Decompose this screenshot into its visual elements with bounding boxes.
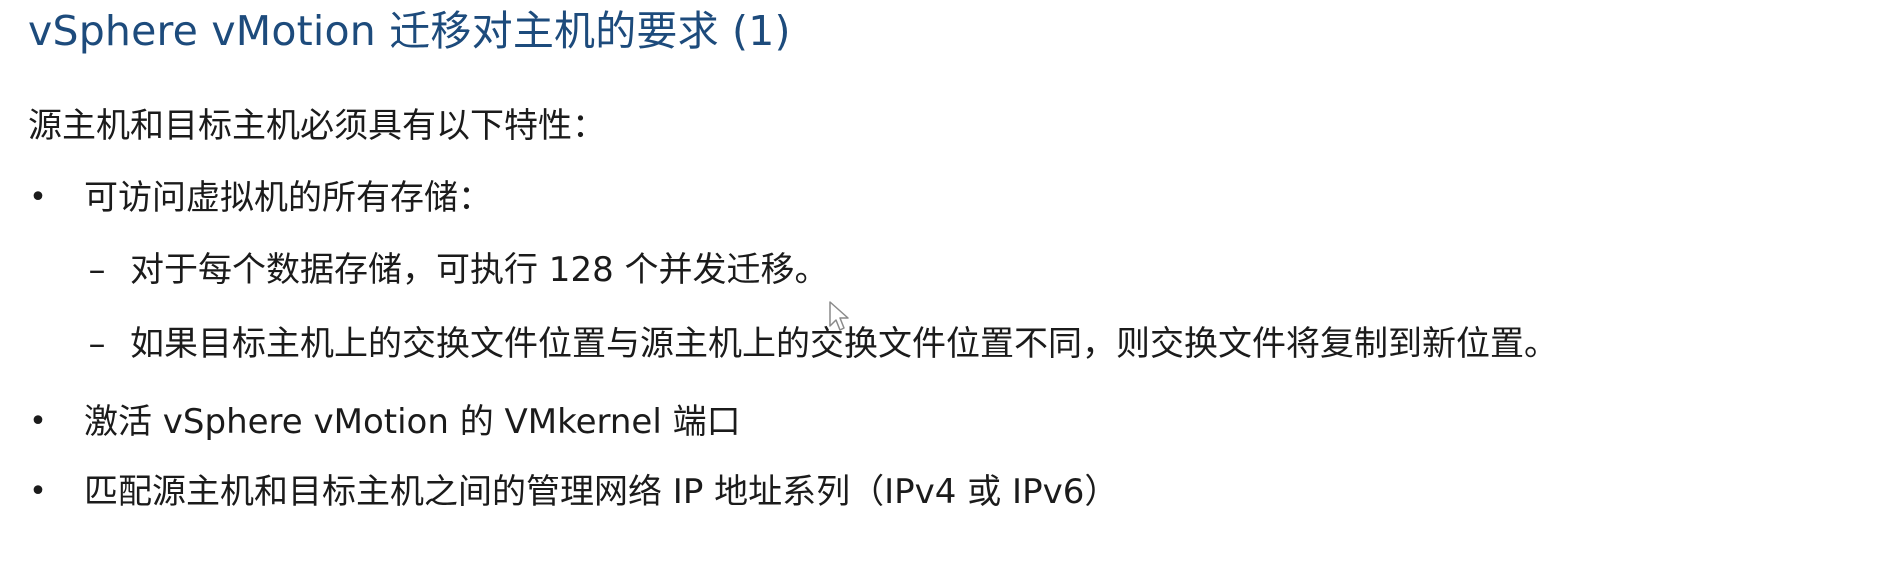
intro-text: 源主机和目标主机必须具有以下特性：: [28, 106, 606, 146]
list-item: • 匹配源主机和目标主机之间的管理网络 IP 地址系列（IPv4 或 IPv6）: [0, 466, 1887, 518]
bullet-marker: •: [29, 404, 47, 439]
bullet-marker: •: [29, 180, 47, 215]
sub-list-item: – 对于每个数据存储，可执行 128 个并发迁移。: [0, 244, 1887, 296]
dash-marker: –: [88, 250, 106, 290]
slide: vSphere vMotion 迁移对主机的要求 (1) 源主机和目标主机必须具…: [0, 0, 1887, 588]
sub-list-item: – 如果目标主机上的交换文件位置与源主机上的交换文件位置不同，则交换文件将复制到…: [0, 318, 1887, 370]
bullet-marker: •: [29, 474, 47, 509]
mouse-pointer-icon: [829, 301, 849, 331]
dash-marker: –: [88, 324, 106, 364]
list-item: • 可访问虚拟机的所有存储：: [0, 172, 1887, 224]
sub-list-item-text: 对于每个数据存储，可执行 128 个并发迁移。: [130, 250, 829, 290]
list-item-text: 激活 vSphere vMotion 的 VMkernel 端口: [84, 402, 741, 442]
list-item-text: 匹配源主机和目标主机之间的管理网络 IP 地址系列（IPv4 或 IPv6）: [84, 472, 1119, 512]
list-item-text: 可访问虚拟机的所有存储：: [84, 178, 492, 218]
slide-title: vSphere vMotion 迁移对主机的要求 (1): [28, 7, 791, 55]
list-item: • 激活 vSphere vMotion 的 VMkernel 端口: [0, 396, 1887, 448]
